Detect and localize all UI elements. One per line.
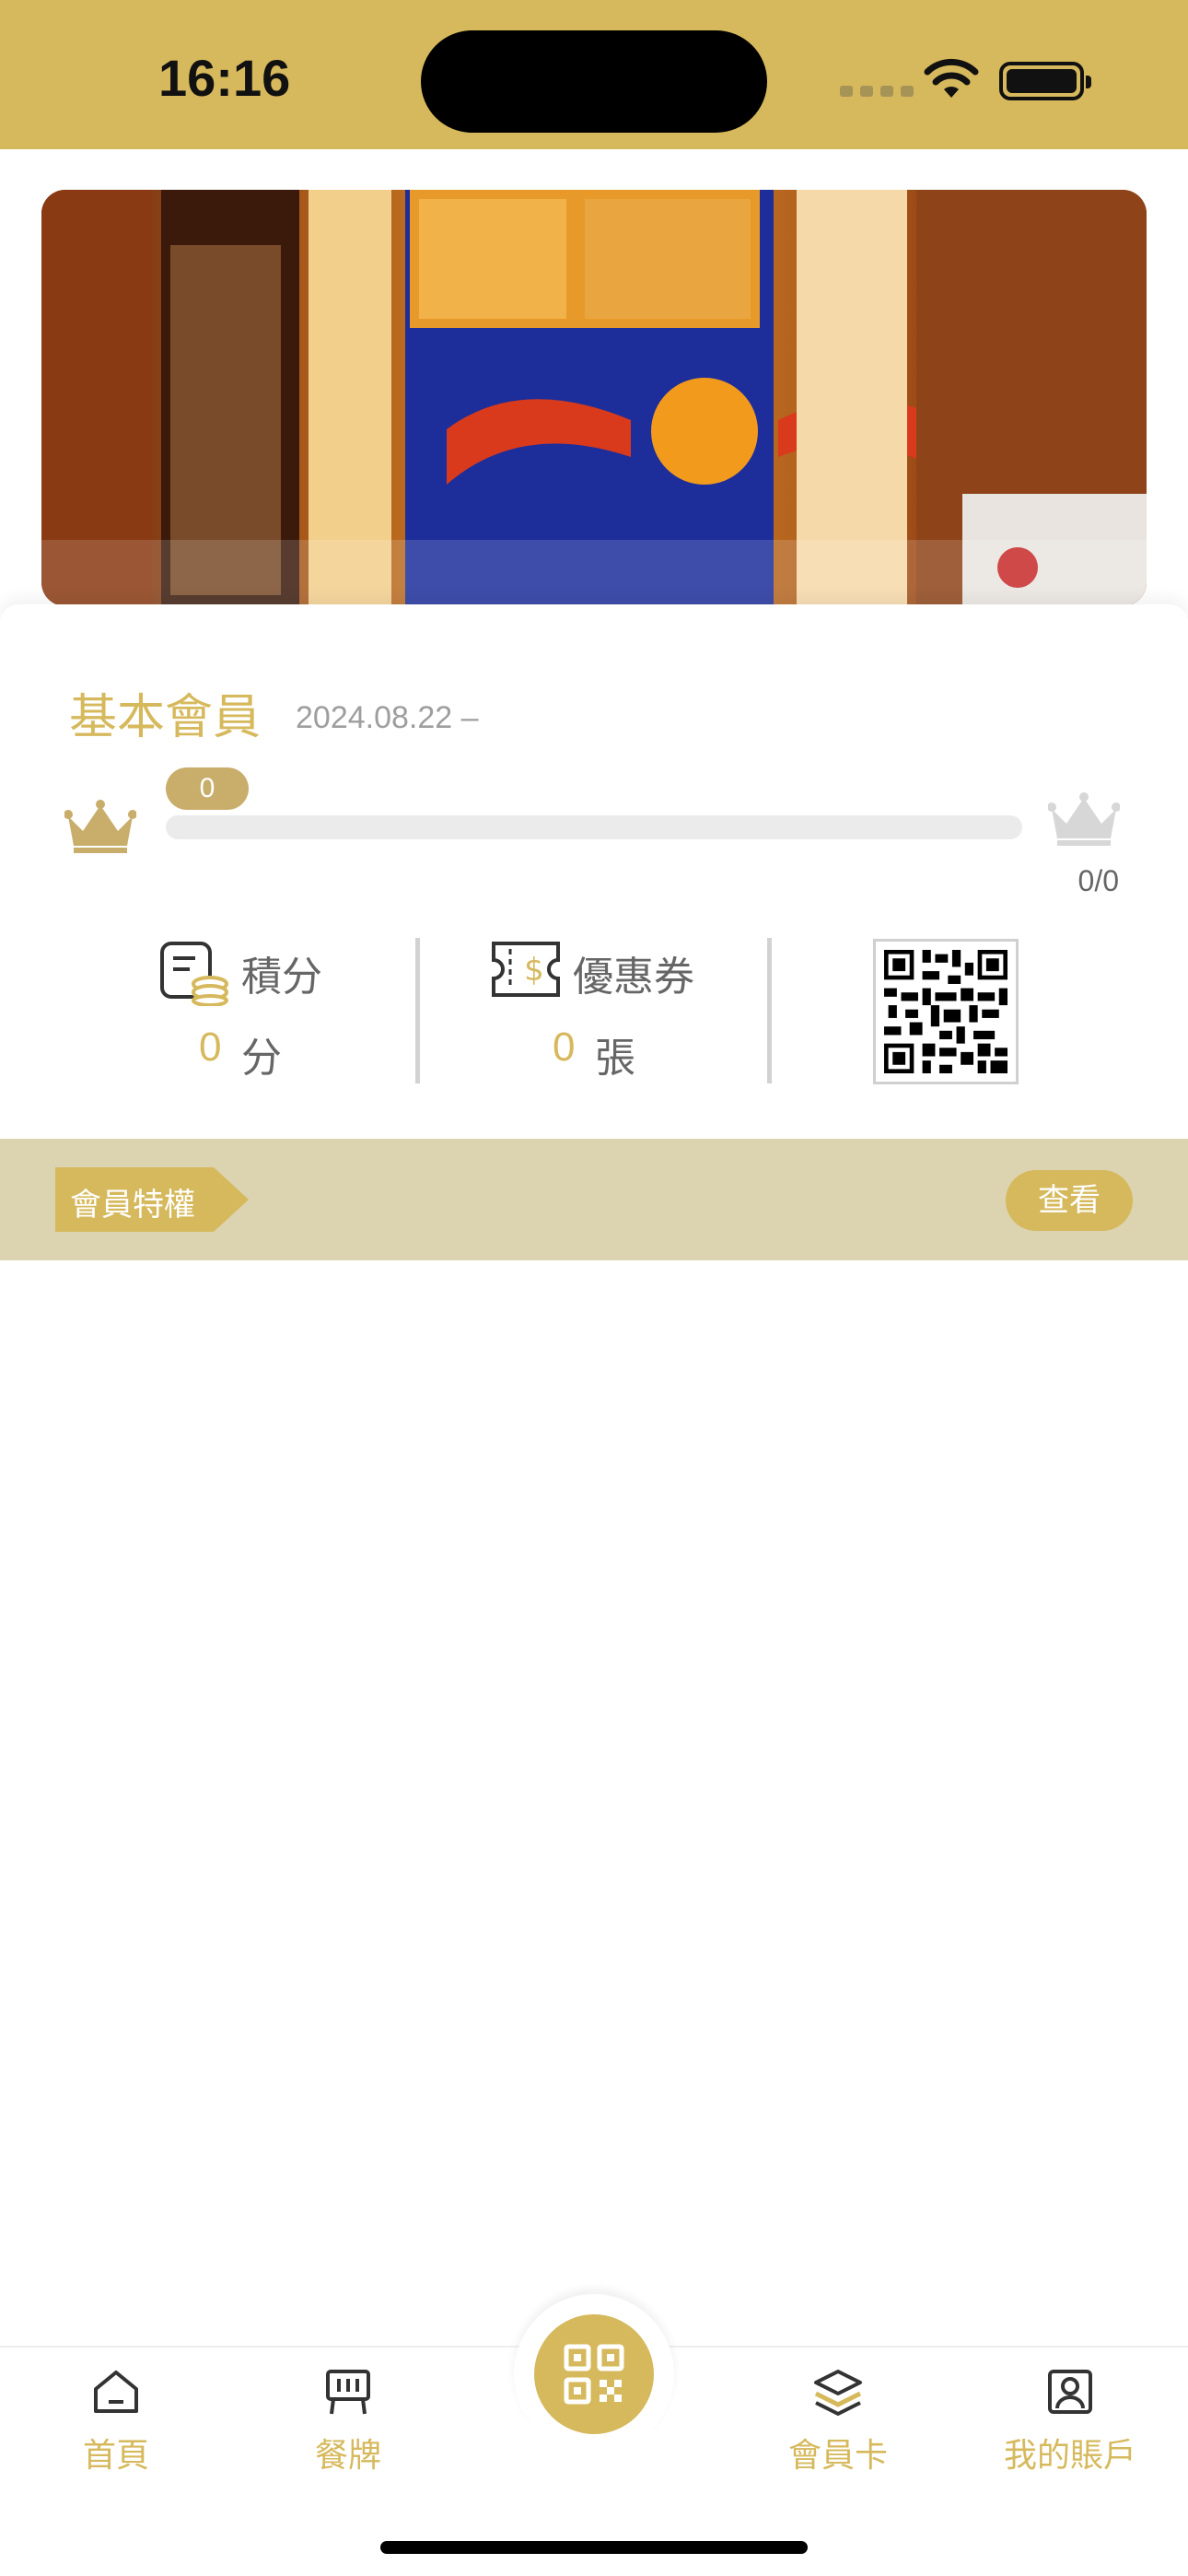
coupons-value: 0 [553,1025,576,1070]
account-icon [1048,2370,1092,2414]
tab-member-card[interactable]: 會員卡 [755,2364,921,2476]
points-label: 積分 [241,954,322,1001]
tab-my-account-label: 我的賬戶 [1003,2437,1136,2475]
points-icon [160,942,228,1006]
tab-my-account[interactable]: 我的賬戶 [987,2364,1153,2476]
crown-icon-next-tier [1048,792,1120,846]
status-time: 16:16 [158,49,291,107]
qr-code-icon [884,950,1007,1073]
tab-menu-label: 餐牌 [314,2437,381,2475]
qr-code-icon [564,2344,624,2405]
tab-home-label: 首頁 [82,2437,149,2475]
crown-icon-current-tier [64,800,136,853]
home-icon [94,2371,138,2413]
wifi-icon [924,58,979,98]
menu-board-icon [326,2370,370,2415]
view-privileges-button[interactable]: 查看 [1006,1170,1133,1231]
member-tier-name: 基本會員 [69,690,262,745]
dynamic-island [421,30,767,133]
status-bar: 16:16 [0,0,1188,149]
coupons-unit: 張 [595,1035,635,1082]
member-since-date: 2024.08.22 – [296,700,479,735]
points-stat[interactable]: 積分 0 分 [138,932,470,1087]
promo-banner[interactable] [41,190,1147,606]
stats-divider [767,938,772,1083]
banner-image [41,190,1147,606]
tab-menu[interactable]: 餐牌 [265,2364,431,2476]
coupon-icon: $ [492,942,560,997]
member-qr-code-button[interactable] [873,939,1019,1084]
stats-divider [415,938,420,1083]
tier-progress-bar [166,815,1022,839]
tab-member-card-label: 會員卡 [787,2437,888,2475]
svg-text:$: $ [524,952,544,989]
home-indicator[interactable] [380,2541,808,2554]
tier-progress-value: 0 [166,767,249,810]
tab-home[interactable]: 首頁 [33,2364,199,2476]
layers-icon [814,2370,862,2416]
coupons-label: 優惠券 [573,954,694,1001]
battery-icon [999,62,1091,100]
tier-progress-count: 0/0 [1077,864,1119,897]
points-unit: 分 [241,1035,282,1082]
cellular-signal-icon [840,86,914,97]
points-value: 0 [199,1025,222,1070]
privileges-title: 會員特權 [70,1187,195,1224]
tab-scan-qr-button[interactable] [534,2314,654,2434]
